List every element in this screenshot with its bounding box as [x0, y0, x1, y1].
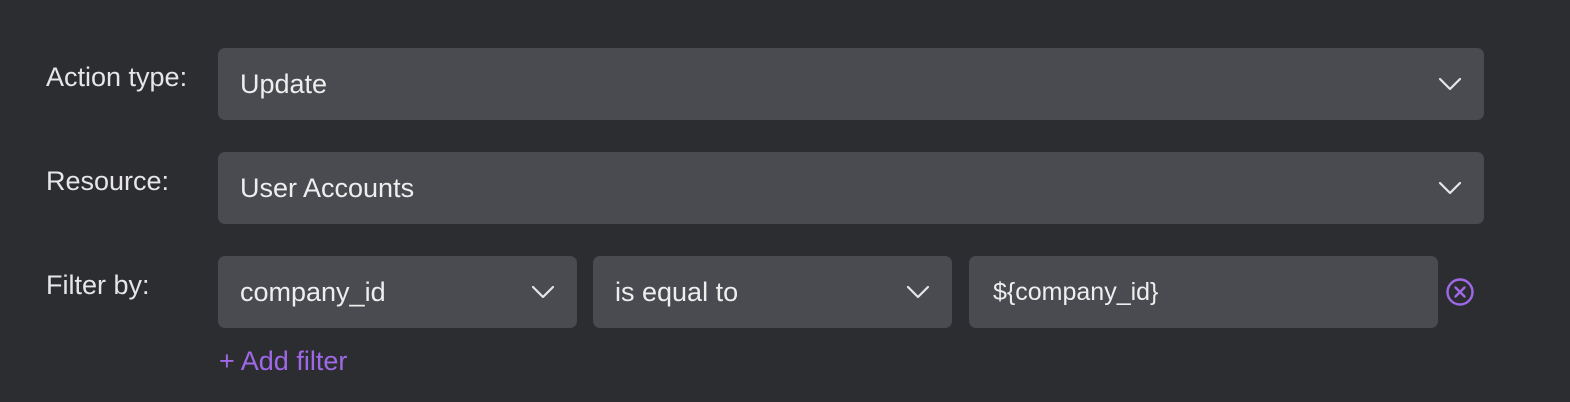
chevron-down-icon [906, 285, 930, 299]
add-filter-button[interactable]: + Add filter [219, 346, 347, 377]
resource-select[interactable]: User Accounts [218, 152, 1484, 224]
resource-label: Resource: [46, 166, 170, 196]
filter-field-value: company_id [240, 276, 386, 307]
close-circle-icon[interactable] [1444, 276, 1476, 308]
filter-value-text: ${company_id} [993, 277, 1159, 306]
chevron-down-icon [531, 285, 555, 299]
chevron-down-icon [1438, 77, 1462, 91]
action-type-select[interactable]: Update [218, 48, 1484, 120]
filter-by-label: Filter by: [46, 270, 150, 300]
action-type-label: Action type: [46, 62, 188, 92]
filter-operator-value: is equal to [615, 276, 739, 307]
filter-field-select[interactable]: company_id [218, 256, 577, 328]
chevron-down-icon [1438, 181, 1462, 195]
filter-operator-select[interactable]: is equal to [593, 256, 952, 328]
resource-value: User Accounts [240, 172, 415, 203]
action-form: Action type: Update Resource: User Accou… [0, 0, 1570, 402]
filter-value-input[interactable]: ${company_id} [969, 256, 1438, 328]
action-type-value: Update [240, 68, 328, 99]
add-filter-label: + Add filter [219, 346, 348, 376]
